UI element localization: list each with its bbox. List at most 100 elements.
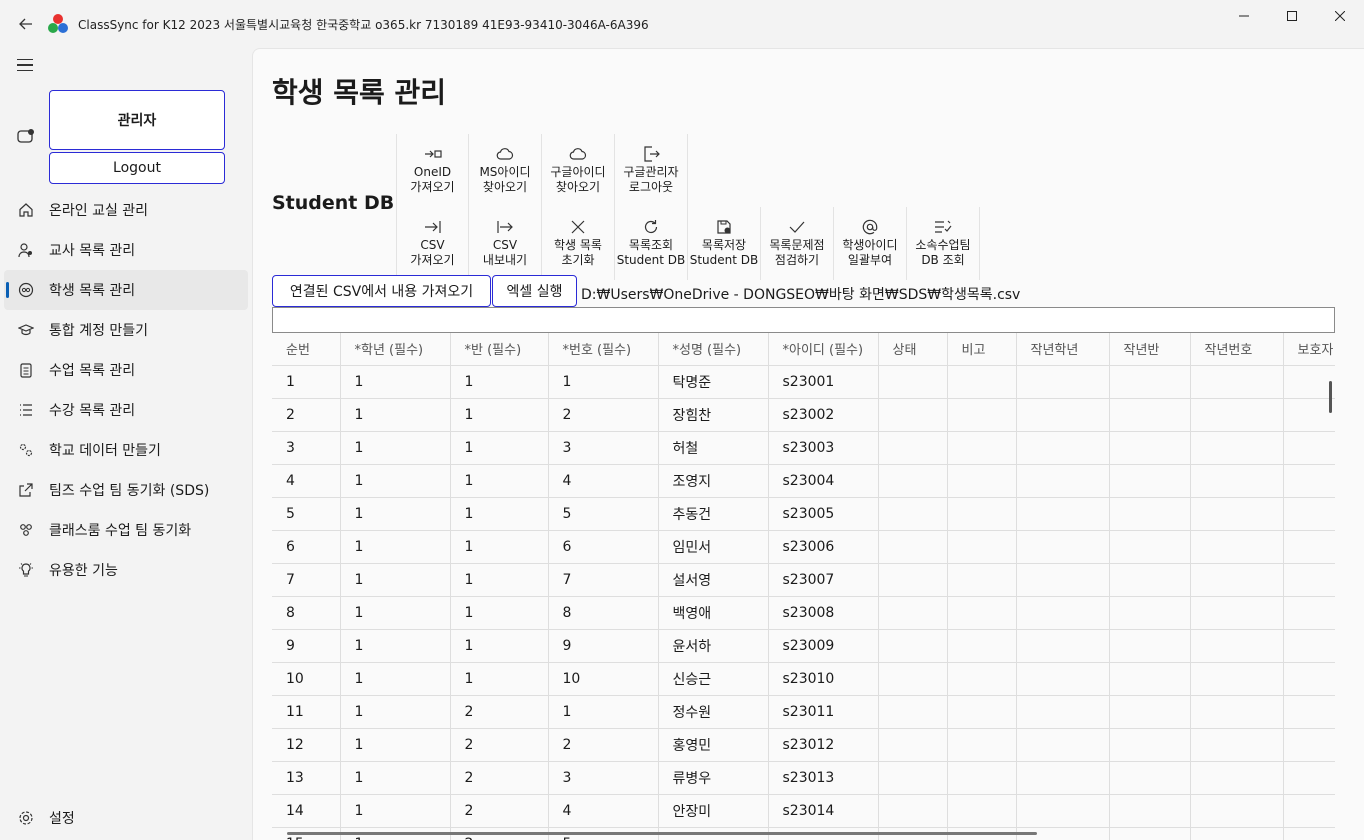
table-cell[interactable]: [1283, 397, 1335, 431]
table-cell[interactable]: [1190, 529, 1284, 563]
vertical-scrollbar[interactable]: [1329, 381, 1332, 413]
toolbar-button-arrow-to-bar[interactable]: CSV 가져오기: [396, 207, 469, 280]
table-cell[interactable]: [947, 694, 1017, 728]
table-cell[interactable]: 1: [340, 364, 451, 398]
table-cell[interactable]: 장힘찬: [658, 397, 769, 431]
table-cell[interactable]: 1: [340, 430, 451, 464]
table-cell[interactable]: [1190, 628, 1284, 662]
column-header[interactable]: *아이디 (필수): [768, 333, 879, 365]
column-header[interactable]: *학년 (필수): [340, 333, 451, 365]
table-cell[interactable]: 6: [272, 529, 341, 563]
table-cell[interactable]: [1283, 463, 1335, 497]
table-cell[interactable]: [878, 397, 948, 431]
table-cell[interactable]: [878, 562, 948, 596]
sidebar-item-7[interactable]: 팀즈 수업 팀 동기화 (SDS): [4, 470, 248, 510]
table-cell[interactable]: 1: [340, 694, 451, 728]
table-cell[interactable]: s23001: [768, 364, 879, 398]
toolbar-button-logout[interactable]: 구글관리자 로그아웃: [615, 134, 688, 207]
horizontal-scrollbar[interactable]: [287, 832, 1037, 835]
table-cell[interactable]: 1: [450, 628, 549, 662]
table-cell[interactable]: 1: [272, 364, 341, 398]
table-cell[interactable]: 5: [272, 496, 341, 530]
toolbar-button-cloud[interactable]: 구글아이디 찾아오기: [542, 134, 615, 207]
table-cell[interactable]: [1190, 694, 1284, 728]
table-cell[interactable]: 1: [340, 562, 451, 596]
table-cell[interactable]: s23012: [768, 727, 879, 761]
table-cell[interactable]: 9: [548, 628, 659, 662]
table-cell[interactable]: [1109, 364, 1191, 398]
table-cell[interactable]: 1: [340, 661, 451, 695]
table-cell[interactable]: [947, 793, 1017, 827]
table-cell[interactable]: 홍영민: [658, 727, 769, 761]
table-cell[interactable]: s23004: [768, 463, 879, 497]
table-cell[interactable]: 허철: [658, 430, 769, 464]
column-header[interactable]: 순번: [272, 333, 341, 365]
table-cell[interactable]: [1190, 595, 1284, 629]
import-linked-csv-button[interactable]: 연결된 CSV에서 내용 가져오기: [272, 275, 491, 307]
table-cell[interactable]: [1283, 529, 1335, 563]
column-header[interactable]: 비고: [947, 333, 1017, 365]
column-header[interactable]: *성명 (필수): [658, 333, 769, 365]
table-cell[interactable]: 12: [272, 727, 341, 761]
table-cell[interactable]: [1109, 628, 1191, 662]
table-row[interactable]: 1 1 1 1 탁명준 s23001: [272, 364, 1335, 398]
table-cell[interactable]: [1283, 628, 1335, 662]
table-cell[interactable]: [878, 463, 948, 497]
table-cell[interactable]: [1016, 595, 1110, 629]
table-cell[interactable]: 4: [548, 463, 659, 497]
table-cell[interactable]: [878, 727, 948, 761]
table-cell[interactable]: 1: [340, 529, 451, 563]
toolbar-button-import[interactable]: OneID 가져오기: [396, 134, 469, 207]
table-cell[interactable]: 1: [450, 397, 549, 431]
table-cell[interactable]: 1: [340, 496, 451, 530]
table-cell[interactable]: [1016, 529, 1110, 563]
student-table[interactable]: 순번 *학년 (필수) *반 (필수) *번호 (필수) *성명 (필수) *아이디 (필…: [272, 333, 1335, 840]
table-cell[interactable]: [1283, 496, 1335, 530]
sidebar-item-0[interactable]: 온라인 교실 관리: [4, 190, 248, 230]
table-cell[interactable]: [878, 529, 948, 563]
table-cell[interactable]: [1109, 397, 1191, 431]
table-row[interactable]: 8 1 1 8 백영애 s23008: [272, 595, 1335, 629]
table-cell[interactable]: [1016, 727, 1110, 761]
toolbar-button-refresh[interactable]: 목록조회 Student DB: [615, 207, 688, 280]
table-cell[interactable]: [947, 760, 1017, 794]
table-cell[interactable]: [1283, 595, 1335, 629]
table-cell[interactable]: s23007: [768, 562, 879, 596]
sidebar-item-6[interactable]: 학교 데이터 만들기: [4, 430, 248, 470]
table-cell[interactable]: [1283, 826, 1335, 840]
maximize-button[interactable]: [1268, 0, 1316, 32]
table-cell[interactable]: [878, 760, 948, 794]
toolbar-button-arrow-from-bar[interactable]: CSV 내보내기: [469, 207, 542, 280]
table-cell[interactable]: [1190, 463, 1284, 497]
table-cell[interactable]: [1016, 760, 1110, 794]
column-header[interactable]: 작년학년: [1016, 333, 1110, 365]
table-cell[interactable]: [947, 496, 1017, 530]
table-cell[interactable]: [878, 694, 948, 728]
table-cell[interactable]: 9: [272, 628, 341, 662]
table-cell[interactable]: [1016, 364, 1110, 398]
close-window-button[interactable]: [1316, 0, 1364, 32]
table-cell[interactable]: 2: [450, 694, 549, 728]
table-cell[interactable]: 윤서하: [658, 628, 769, 662]
table-cell[interactable]: 11: [272, 694, 341, 728]
table-cell[interactable]: 10: [548, 661, 659, 695]
table-cell[interactable]: [1016, 628, 1110, 662]
table-cell[interactable]: s23002: [768, 397, 879, 431]
table-cell[interactable]: [947, 364, 1017, 398]
table-cell[interactable]: 1: [450, 562, 549, 596]
table-cell[interactable]: [1016, 397, 1110, 431]
table-cell[interactable]: [1190, 430, 1284, 464]
table-cell[interactable]: 3: [272, 430, 341, 464]
table-cell[interactable]: s23003: [768, 430, 879, 464]
table-cell[interactable]: [1016, 661, 1110, 695]
table-cell[interactable]: [878, 430, 948, 464]
table-cell[interactable]: [1109, 595, 1191, 629]
table-cell[interactable]: 1: [450, 661, 549, 695]
minimize-button[interactable]: [1220, 0, 1268, 32]
table-cell[interactable]: 탁명준: [658, 364, 769, 398]
table-cell[interactable]: 1: [450, 595, 549, 629]
table-cell[interactable]: [1109, 463, 1191, 497]
table-cell[interactable]: 안장미: [658, 793, 769, 827]
table-cell[interactable]: [1190, 562, 1284, 596]
table-cell[interactable]: 2: [450, 793, 549, 827]
